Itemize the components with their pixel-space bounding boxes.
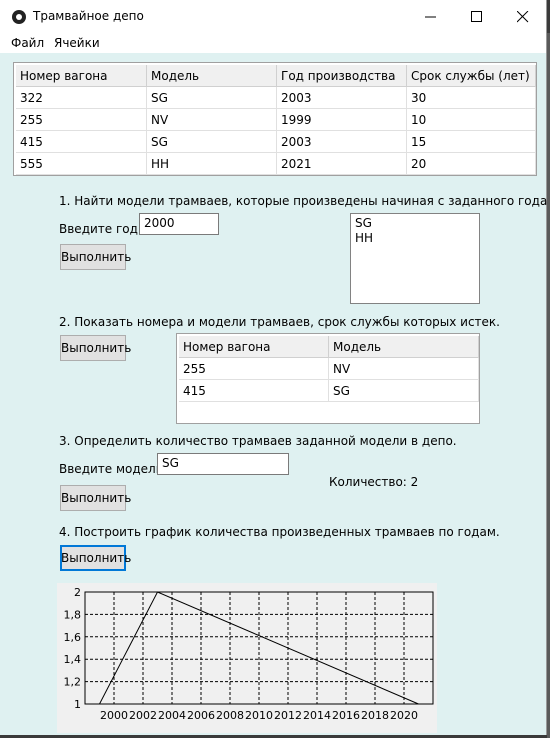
x-tick-label: 2004 (158, 709, 186, 722)
app-icon (12, 10, 26, 24)
task1-run-button[interactable]: Выполнить (60, 244, 131, 270)
task1-results-listbox[interactable]: SG HH (350, 213, 480, 304)
table-cell[interactable]: SG (147, 87, 277, 109)
x-tick-label: 2002 (129, 709, 157, 722)
table-cell[interactable]: NV (147, 109, 277, 131)
task1-heading: 1. Найти модели трамваев, которые произв… (59, 194, 550, 208)
minimize-button[interactable] (408, 0, 454, 33)
task2-run-button[interactable]: Выполнить (60, 335, 131, 361)
year-input[interactable]: 2000 (139, 213, 219, 235)
table-cell[interactable]: 2021 (277, 153, 407, 175)
column-header-car-number[interactable]: Номер вагона (179, 336, 329, 358)
x-tick-label: 2020 (390, 709, 418, 722)
minimize-icon (425, 16, 436, 18)
task3-run-button[interactable]: Выполнить (60, 485, 131, 511)
column-header-car-number[interactable]: Номер вагона (16, 65, 147, 87)
model-input-label: Введите модель: (59, 462, 167, 476)
x-tick-label: 2014 (303, 709, 331, 722)
window-title: Трамвайное депо (33, 9, 144, 23)
list-item[interactable]: SG (355, 216, 475, 231)
expired-trams-table[interactable]: Номер вагона Модель 255 NV 415 SG (176, 333, 480, 424)
table-cell[interactable]: 2003 (277, 131, 407, 153)
table-cell[interactable]: 30 (407, 87, 536, 109)
y-tick-label: 1,8 (64, 608, 82, 621)
table-cell[interactable]: 2003 (277, 87, 407, 109)
table-cell[interactable]: 15 (407, 131, 536, 153)
task2-heading: 2. Показать номера и модели трамваев, ср… (59, 315, 500, 329)
list-item[interactable]: HH (355, 231, 475, 246)
table-cell[interactable]: 255 (16, 109, 147, 131)
depot-table[interactable]: Номер вагона Модель Год производства Сро… (13, 62, 537, 176)
main-window: Трамвайное депо Файл Ячейки Номер вагона… (0, 0, 550, 735)
maximize-icon (471, 11, 482, 22)
table-cell[interactable]: 322 (16, 87, 147, 109)
table-cell[interactable]: SG (147, 131, 277, 153)
column-header-service-life[interactable]: Срок службы (лет) (407, 65, 536, 87)
y-tick-label: 2 (74, 586, 81, 599)
x-tick-label: 2008 (216, 709, 244, 722)
table-cell[interactable]: 20 (407, 153, 536, 175)
x-tick-label: 2000 (100, 709, 128, 722)
maximize-button[interactable] (454, 0, 500, 33)
y-tick-label: 1,4 (64, 653, 82, 666)
menu-bar: Файл Ячейки (0, 33, 546, 53)
task3-heading: 3. Определить количество трамваев заданн… (59, 434, 457, 448)
x-tick-label: 2018 (361, 709, 389, 722)
x-tick-label: 2010 (245, 709, 273, 722)
column-header-year[interactable]: Год производства (277, 65, 407, 87)
x-tick-label: 2006 (187, 709, 215, 722)
table-cell[interactable]: 10 (407, 109, 536, 131)
table-cell[interactable]: 1999 (277, 109, 407, 131)
column-header-model[interactable]: Модель (147, 65, 277, 87)
menu-file[interactable]: Файл (11, 36, 44, 50)
y-tick-label: 1,6 (64, 631, 82, 644)
table-cell[interactable]: 415 (179, 380, 329, 402)
task4-run-button[interactable]: Выполнить (60, 545, 131, 571)
model-input[interactable]: SG (157, 453, 289, 475)
close-icon (517, 11, 529, 23)
column-header-model[interactable]: Модель (329, 336, 479, 358)
count-result: Количество: 2 (329, 475, 419, 489)
year-input-label: Введите год: (59, 222, 142, 236)
y-tick-label: 1,2 (64, 676, 82, 689)
table-cell[interactable]: 555 (16, 153, 147, 175)
x-tick-label: 2016 (332, 709, 360, 722)
table-cell[interactable]: HH (147, 153, 277, 175)
menu-cells[interactable]: Ячейки (54, 36, 100, 50)
x-tick-label: 2012 (274, 709, 302, 722)
table-cell[interactable]: NV (329, 358, 479, 380)
y-tick-label: 1 (74, 698, 81, 711)
table-cell[interactable]: SG (329, 380, 479, 402)
task4-heading: 4. Построить график количества произведе… (59, 525, 500, 539)
table-cell[interactable]: 255 (179, 358, 329, 380)
title-bar: Трамвайное депо (0, 0, 546, 33)
table-cell[interactable]: 415 (16, 131, 147, 153)
close-button[interactable] (500, 0, 546, 33)
production-chart: 11,21,41,61,82 2000 2002 2004 2006 2008 2010 2… (57, 583, 437, 733)
